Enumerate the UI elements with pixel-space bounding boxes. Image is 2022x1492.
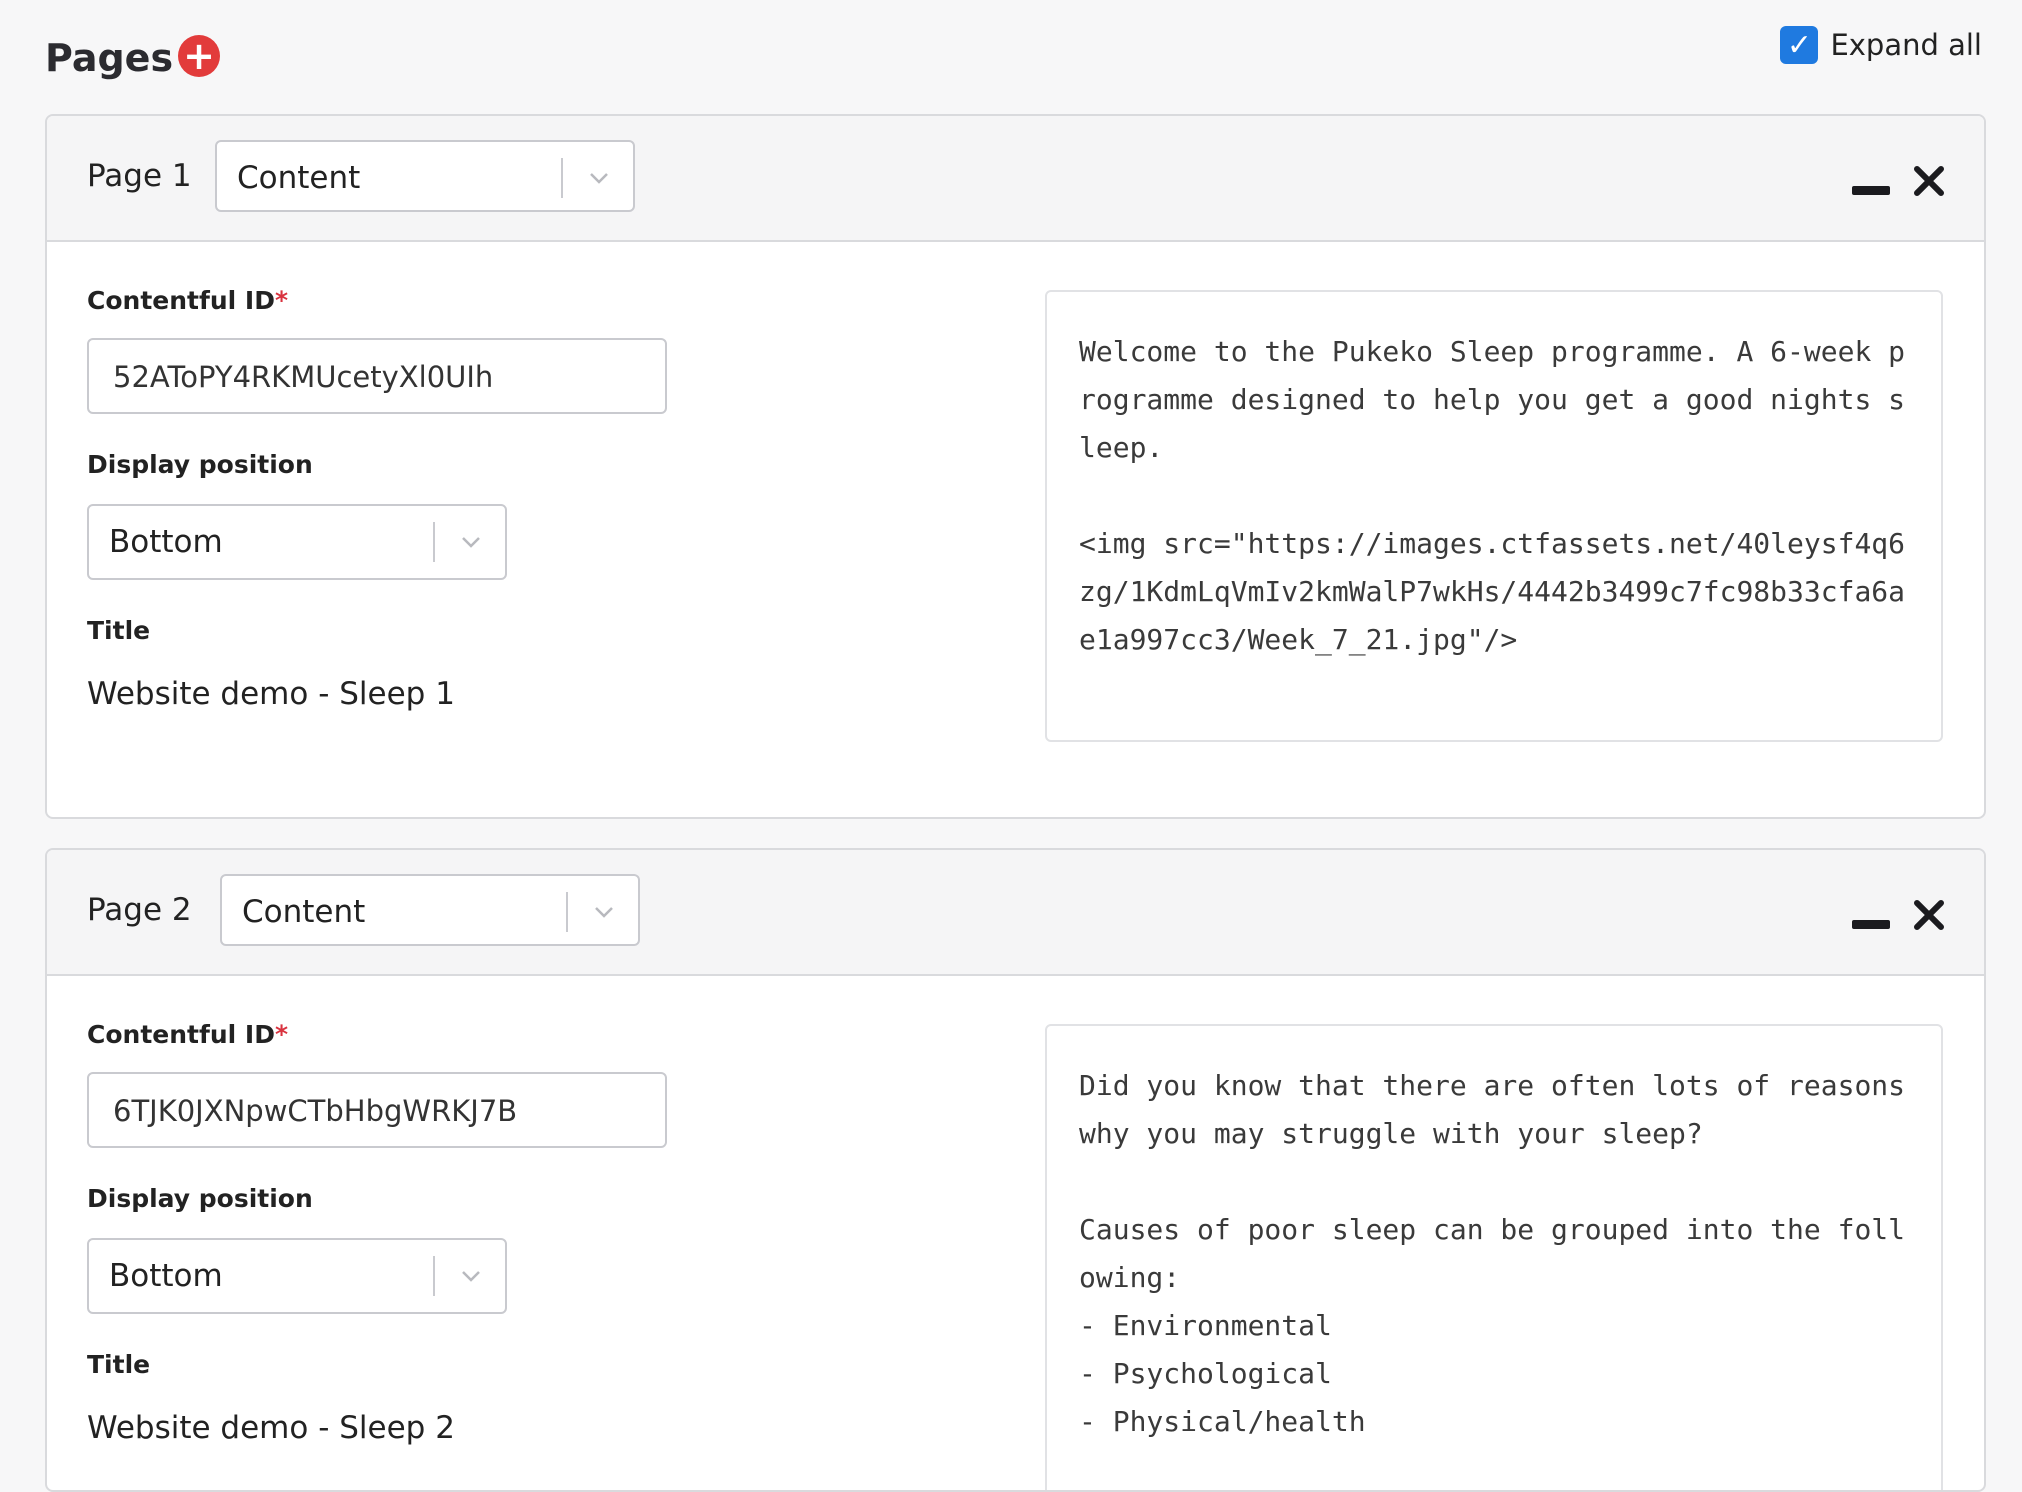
select-divider: [433, 522, 435, 562]
page-card-header: Page 1 Content: [47, 116, 1984, 242]
pages-header: Pages + ✓ Expand all: [45, 16, 1982, 80]
display-position-select[interactable]: Bottom: [87, 504, 507, 580]
contentful-id-value: 52AToPY4RKMUcetyXl0UIh: [113, 360, 494, 394]
chevron-down-icon[interactable]: [459, 1264, 483, 1288]
chevron-down-icon[interactable]: [592, 900, 616, 924]
page-title: Pages: [45, 36, 174, 80]
title-label: Title: [87, 1350, 151, 1379]
collapse-icon[interactable]: [1852, 185, 1890, 195]
required-mark: *: [274, 1020, 289, 1049]
add-page-button[interactable]: +: [178, 35, 220, 77]
expand-all-label: Expand all: [1830, 28, 1982, 62]
display-position-label: Display position: [87, 1184, 313, 1213]
contentful-id-value: 6TJK0JXNpwCTbHbgWRKJ7B: [113, 1094, 518, 1128]
page-type-value: Content: [242, 894, 366, 930]
page-type-select[interactable]: Content: [220, 874, 640, 946]
close-icon[interactable]: [1912, 898, 1946, 932]
content-preview: Welcome to the Pukeko Sleep programme. A…: [1045, 290, 1943, 742]
select-divider: [561, 158, 563, 198]
page-type-select[interactable]: Content: [215, 140, 635, 212]
contentful-id-label: Contentful ID*: [87, 286, 289, 315]
title-value: Website demo - Sleep 2: [87, 1410, 455, 1446]
contentful-id-input[interactable]: 6TJK0JXNpwCTbHbgWRKJ7B: [87, 1072, 667, 1148]
title-value: Website demo - Sleep 1: [87, 676, 455, 712]
expand-all-toggle[interactable]: ✓ Expand all: [1780, 26, 1982, 64]
plus-circle-icon: +: [183, 34, 215, 78]
content-preview: Did you know that there are often lots o…: [1045, 1024, 1943, 1490]
chevron-down-icon[interactable]: [459, 530, 483, 554]
display-position-value: Bottom: [109, 524, 223, 560]
page-number-label: Page 1: [87, 158, 192, 194]
title-label: Title: [87, 616, 151, 645]
chevron-down-icon[interactable]: [587, 166, 611, 190]
display-position-label: Display position: [87, 450, 313, 479]
page-card: Page 1 Content Contentful ID* 52AToPY4RK…: [45, 114, 1986, 819]
page-card-header: Page 2 Content: [47, 850, 1984, 976]
display-position-value: Bottom: [109, 1258, 223, 1294]
required-mark: *: [274, 286, 289, 315]
close-icon[interactable]: [1912, 164, 1946, 198]
contentful-id-input[interactable]: 52AToPY4RKMUcetyXl0UIh: [87, 338, 667, 414]
expand-all-checkbox[interactable]: ✓: [1780, 26, 1819, 64]
page-number-label: Page 2: [87, 892, 192, 928]
select-divider: [566, 892, 568, 932]
select-divider: [433, 1256, 435, 1296]
collapse-icon[interactable]: [1852, 919, 1890, 929]
display-position-select[interactable]: Bottom: [87, 1238, 507, 1314]
page-card: Page 2 Content Contentful ID* 6TJK0JXNpw…: [45, 848, 1986, 1492]
page-type-value: Content: [237, 160, 361, 196]
contentful-id-label: Contentful ID*: [87, 1020, 289, 1049]
